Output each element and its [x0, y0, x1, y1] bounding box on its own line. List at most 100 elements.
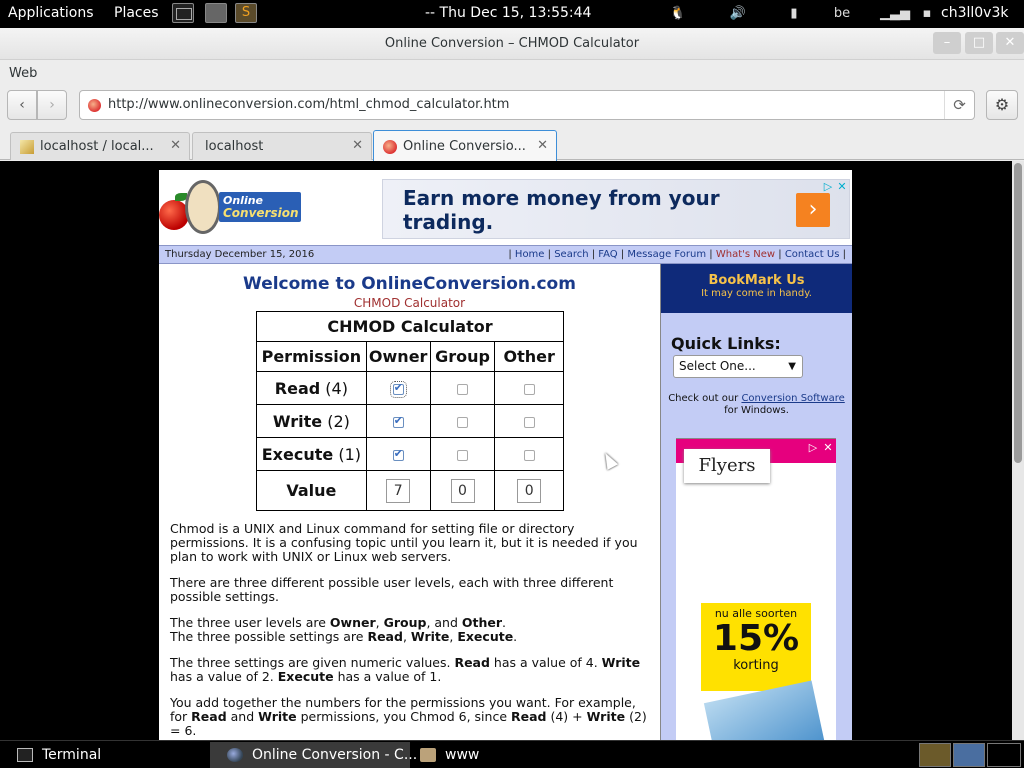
group-cell [429, 404, 496, 438]
close-button[interactable]: ✕ [996, 32, 1024, 54]
other-value-cell: 0 [494, 470, 564, 511]
taskbar-item-browser[interactable]: Online Conversion - C... [210, 742, 417, 768]
taskbar-item-www[interactable]: www [403, 742, 603, 768]
taskbar-item-terminal[interactable]: Terminal [0, 742, 208, 768]
execute-other-checkbox[interactable] [523, 449, 535, 461]
taskbar-label: Terminal [42, 747, 102, 763]
user-menu[interactable]: ch3ll0v3k [941, 5, 1008, 21]
owner-value-cell: 7 [365, 470, 431, 511]
browser-icon [227, 748, 243, 762]
other-value-field[interactable]: 0 [517, 478, 542, 503]
whats-new-link[interactable]: What's New [716, 249, 775, 260]
site-logo[interactable]: Online Conversion .com [159, 180, 307, 234]
workspace-2-icon[interactable] [953, 743, 985, 767]
logo-line: Conversion [223, 206, 299, 220]
maximize-button[interactable]: □ [965, 32, 993, 54]
group-value-cell: 0 [429, 470, 496, 511]
write-other-checkbox[interactable] [523, 416, 535, 428]
other-cell [494, 437, 564, 471]
bookmark-box[interactable]: BookMark Us It may come in handy. [661, 264, 852, 313]
ad-arrow-button[interactable]: › [796, 193, 830, 227]
sublime-launcher-icon[interactable]: S [235, 3, 257, 23]
paragraph: You add together the numbers for the per… [170, 696, 655, 738]
settings-gear-button[interactable]: ⚙ [986, 90, 1018, 120]
execute-owner-checkbox[interactable] [392, 447, 404, 461]
write-owner-checkbox[interactable] [392, 414, 404, 428]
taskbar-label: Online Conversion - C... [252, 747, 418, 763]
text-run: , and [426, 615, 462, 630]
network-signal-icon[interactable]: ▁▃▅ [880, 2, 910, 26]
minimize-button[interactable]: – [933, 32, 961, 54]
vertical-scrollbar[interactable] [1012, 161, 1024, 740]
title-bar: Online Conversion – CHMOD Calculator – □… [0, 28, 1024, 60]
ad-close-icon[interactable]: ✕ [821, 441, 835, 455]
workspace-1-icon[interactable] [919, 743, 951, 767]
url-bar[interactable]: http://www.onlineconversion.com/html_chm… [79, 90, 975, 120]
top-banner-ad[interactable]: Earn more money from your trading. › ▷ ✕ [382, 179, 850, 239]
search-link[interactable]: Search [554, 249, 588, 260]
scrollbar-thumb[interactable] [1014, 163, 1022, 463]
adchoices-icon[interactable]: ▷ [806, 441, 820, 455]
message-forum-link[interactable]: Message Forum [627, 249, 706, 260]
faq-link[interactable]: FAQ [598, 249, 617, 260]
conversion-software-link[interactable]: Conversion Software [741, 393, 844, 404]
ad-title: Flyers [684, 449, 770, 483]
tab-phpmyadmin[interactable]: localhost / local... ✕ [10, 132, 190, 160]
bookmark-title[interactable]: BookMark Us [661, 273, 852, 288]
tab-localhost[interactable]: localhost ✕ [192, 132, 372, 160]
read-owner-checkbox[interactable] [389, 380, 407, 398]
owner-value-field[interactable]: 7 [386, 478, 411, 503]
volume-icon[interactable]: 🔊 [726, 2, 750, 26]
paragraph: Chmod is a UNIX and Linux command for se… [170, 521, 638, 564]
promo-percent: 15% [712, 618, 800, 659]
back-button[interactable]: ‹ [7, 90, 37, 120]
sidebar-ad[interactable]: ▷ ✕ Flyers nu alle soorten 15% korting [676, 438, 836, 740]
write-group-checkbox[interactable] [457, 416, 468, 428]
text-run: Execute [457, 629, 514, 644]
terminal-launcher-icon[interactable] [172, 3, 194, 23]
execute-group-checkbox[interactable] [457, 449, 468, 461]
promo-line: korting [733, 658, 779, 673]
row-label: Execute (1) [256, 437, 367, 471]
tab-online-conversion[interactable]: Online Conversio... ✕ [373, 130, 557, 161]
tab-close-icon[interactable]: ✕ [352, 138, 363, 153]
ad-close-icon[interactable]: ✕ [835, 180, 849, 194]
forward-button[interactable]: › [37, 90, 67, 120]
welcome-heading: Welcome to OnlineConversion.com [243, 274, 576, 294]
tab-bar: localhost / local... ✕ localhost ✕ Onlin… [0, 126, 1024, 161]
group-value-field[interactable]: 0 [450, 478, 475, 503]
text-run: Read [454, 655, 490, 670]
applications-menu[interactable]: Applications [8, 5, 94, 21]
disc-icon [185, 180, 221, 234]
text-run: . [502, 615, 507, 630]
home-link[interactable]: Home [515, 249, 545, 260]
quick-links-select[interactable]: Select One... ▼ [673, 355, 803, 378]
workspace-3-icon[interactable] [987, 743, 1021, 767]
file-manager-launcher-icon[interactable] [205, 3, 227, 23]
adchoices-icon[interactable]: ▷ [821, 180, 835, 194]
chat-icon[interactable]: ▪ [920, 2, 934, 26]
paragraph: The three settings are given numeric val… [170, 656, 655, 684]
tux-icon[interactable]: 🐧 [666, 2, 690, 26]
permission-name: Read [274, 378, 321, 398]
web-menu[interactable]: Web [9, 66, 37, 81]
contact-us-link[interactable]: Contact Us [785, 249, 840, 260]
other-cell [494, 371, 564, 405]
tab-close-icon[interactable]: ✕ [537, 138, 548, 153]
places-menu[interactable]: Places [114, 5, 159, 21]
tab-close-icon[interactable]: ✕ [170, 138, 181, 153]
web-viewport: Online Conversion .com Earn more money f… [0, 161, 1012, 740]
group-cell [429, 437, 496, 471]
text-run: has a value of 1. [333, 669, 442, 684]
keyboard-layout[interactable]: be [832, 2, 852, 26]
ad-text[interactable]: Earn more money from your trading. [403, 186, 763, 234]
device-icon[interactable]: ▮ [784, 2, 804, 26]
url-text[interactable]: http://www.onlineconversion.com/html_chm… [108, 97, 509, 112]
clock[interactable]: -- Thu Dec 15, 13:55:44 [425, 5, 591, 21]
text-run: Owner [329, 615, 376, 630]
header-other: Other [494, 341, 564, 372]
read-other-checkbox[interactable] [523, 383, 535, 395]
read-group-checkbox[interactable] [457, 383, 468, 395]
reload-icon[interactable]: ⟳ [944, 91, 974, 119]
text-run: Write [410, 629, 450, 644]
